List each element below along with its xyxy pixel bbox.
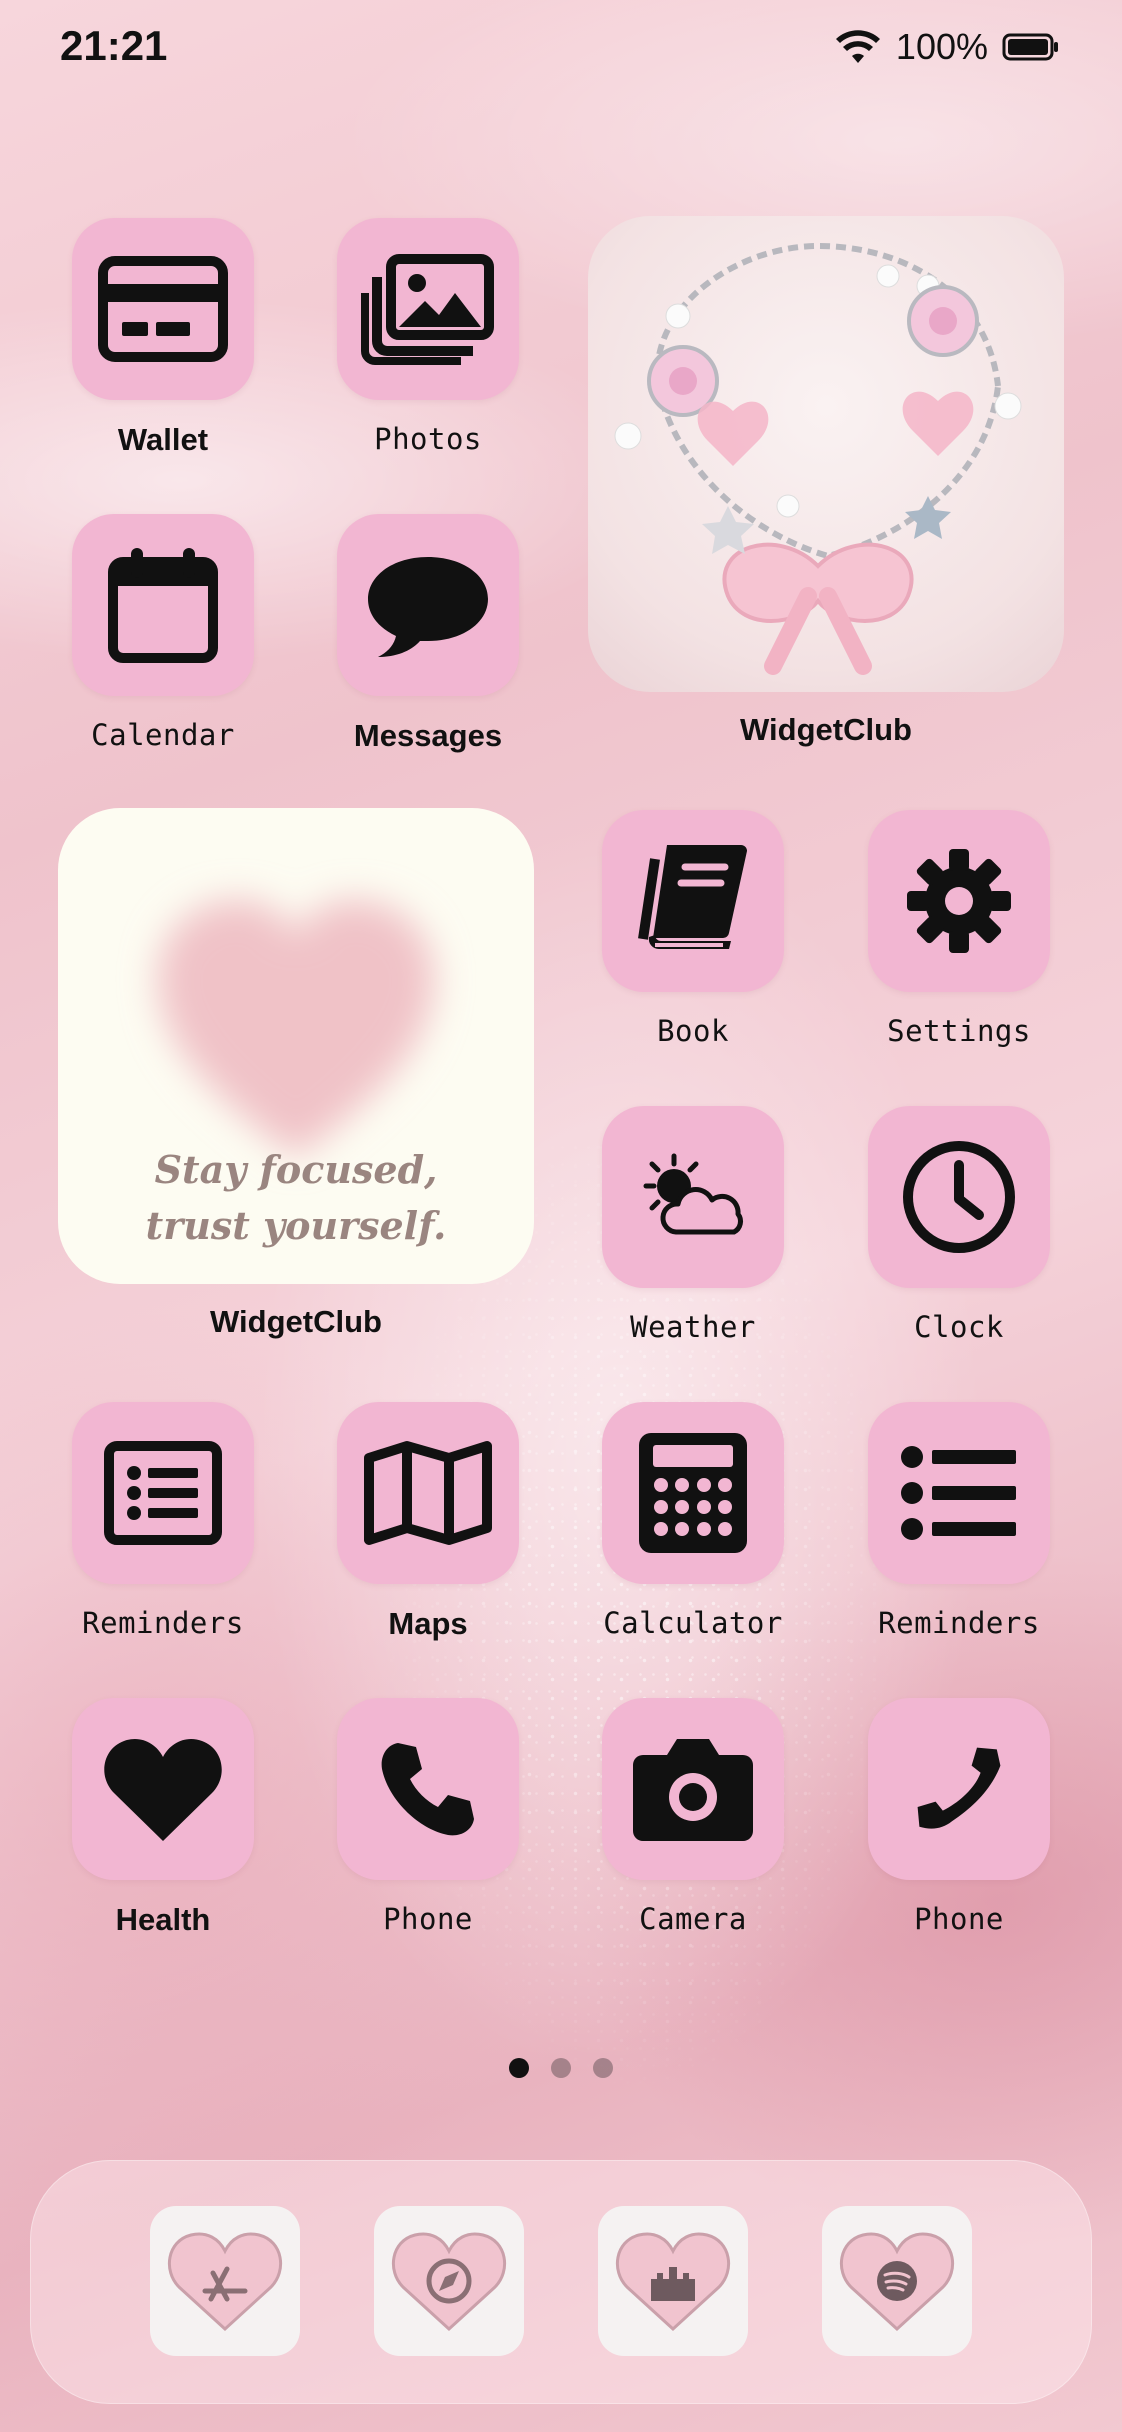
app-book[interactable]: Book <box>600 810 786 1048</box>
app-label: Maps <box>388 1606 468 1641</box>
page-indicator[interactable] <box>0 2058 1122 2078</box>
app-phone-2[interactable]: Phone <box>866 1698 1052 1936</box>
sun-cloud-icon <box>643 1153 743 1235</box>
speech-bubble-icon <box>368 557 488 657</box>
calculator-tile[interactable] <box>602 1402 784 1584</box>
phone-handset-icon <box>381 1743 474 1836</box>
calendar-tile[interactable] <box>72 514 254 696</box>
calculator-icon <box>639 1433 747 1553</box>
phone-tile[interactable] <box>337 1698 519 1880</box>
list-box-icon <box>104 1441 222 1545</box>
castle-icon <box>616 2232 730 2332</box>
safari-compass-icon <box>392 2232 506 2332</box>
app-label: Calendar <box>91 718 235 752</box>
app-store-icon <box>168 2232 282 2332</box>
clock-tile[interactable] <box>868 1106 1050 1288</box>
clock-icon <box>903 1141 1015 1253</box>
page-dot-1[interactable] <box>509 2058 529 2078</box>
bracelet-photo[interactable] <box>588 216 1064 692</box>
photo-widget[interactable]: WidgetClub <box>588 216 1064 748</box>
app-calendar[interactable]: Calendar <box>70 514 256 752</box>
app-maps[interactable]: Maps <box>335 1402 521 1642</box>
book-tile[interactable] <box>602 810 784 992</box>
camera-icon <box>633 1739 753 1841</box>
page-dot-3[interactable] <box>593 2058 613 2078</box>
app-label: Wallet <box>117 422 209 457</box>
status-time: 21:21 <box>60 22 168 69</box>
gear-icon <box>907 849 1011 953</box>
page-dot-2[interactable] <box>551 2058 571 2078</box>
app-label: Settings <box>887 1014 1031 1048</box>
photos-icon <box>361 254 494 365</box>
wifi-icon <box>835 30 880 63</box>
app-photos[interactable]: Photos <box>335 218 521 456</box>
phone-handset-icon <box>917 1747 1001 1829</box>
quote-text: Stay focused, trust yourself. <box>145 1147 447 1248</box>
app-health[interactable]: Health <box>70 1698 256 1938</box>
reminders-tile[interactable] <box>72 1402 254 1584</box>
app-label: Camera <box>639 1902 747 1936</box>
bullet-list-icon <box>901 1446 1016 1540</box>
dock-castle[interactable] <box>598 2206 748 2356</box>
app-reminders-2[interactable]: Reminders <box>866 1402 1052 1640</box>
app-label: Reminders <box>82 1606 244 1640</box>
app-label: Phone <box>914 1902 1004 1936</box>
dock-app-store[interactable] <box>150 2206 300 2356</box>
heart-icon <box>104 1738 222 1841</box>
app-clock[interactable]: Clock <box>866 1106 1052 1344</box>
app-label: Calculator <box>603 1606 783 1640</box>
app-camera[interactable]: Camera <box>600 1698 786 1936</box>
app-label: Clock <box>914 1310 1004 1344</box>
quote-widget[interactable]: Stay focused, trust yourself. WidgetClub <box>58 808 534 1340</box>
app-label: Phone <box>383 1902 473 1936</box>
app-label: Photos <box>374 422 482 456</box>
dock-spotify[interactable] <box>822 2206 972 2356</box>
app-wallet[interactable]: Wallet <box>70 218 256 458</box>
app-calculator[interactable]: Calculator <box>600 1402 786 1640</box>
app-messages[interactable]: Messages <box>335 514 521 754</box>
health-tile[interactable] <box>72 1698 254 1880</box>
quote-widget-label: WidgetClub <box>210 1304 382 1339</box>
quote-card[interactable]: Stay focused, trust yourself. <box>58 808 534 1284</box>
photo-widget-label: WidgetClub <box>740 712 912 747</box>
status-right: 100% <box>834 26 1060 68</box>
calendar-icon <box>108 548 218 663</box>
reminders-tile[interactable] <box>868 1402 1050 1584</box>
wallet-tile[interactable] <box>72 218 254 400</box>
maps-tile[interactable] <box>337 1402 519 1584</box>
spotify-icon <box>840 2232 954 2332</box>
battery-percent: 100% <box>895 26 988 67</box>
settings-tile[interactable] <box>868 810 1050 992</box>
map-icon <box>364 1441 492 1545</box>
dock-safari[interactable] <box>374 2206 524 2356</box>
app-label: Book <box>657 1014 729 1048</box>
camera-tile[interactable] <box>602 1698 784 1880</box>
messages-tile[interactable] <box>337 514 519 696</box>
app-reminders-1[interactable]: Reminders <box>70 1402 256 1640</box>
weather-tile[interactable] <box>602 1106 784 1288</box>
photos-tile[interactable] <box>337 218 519 400</box>
app-label: Health <box>115 1902 211 1937</box>
app-weather[interactable]: Weather <box>600 1106 786 1344</box>
app-settings[interactable]: Settings <box>866 810 1052 1048</box>
app-label: Weather <box>630 1310 756 1344</box>
book-icon <box>638 845 747 950</box>
app-phone-1[interactable]: Phone <box>335 1698 521 1936</box>
wallet-card-icon <box>98 256 228 362</box>
battery-icon <box>1002 33 1058 61</box>
phone-tile[interactable] <box>868 1698 1050 1880</box>
app-label: Messages <box>353 718 503 753</box>
bracelet-image <box>614 242 1022 675</box>
app-label: Reminders <box>878 1606 1040 1640</box>
